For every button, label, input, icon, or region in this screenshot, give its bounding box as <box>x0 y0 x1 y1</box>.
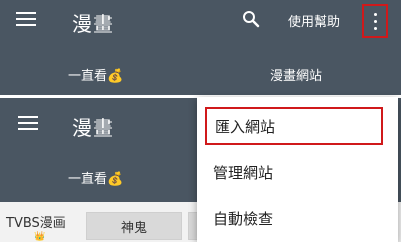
menu-item-import-site[interactable]: 匯入網站 <box>205 107 383 145</box>
more-options-icon[interactable] <box>362 4 388 38</box>
money-bag-icon: 💰 <box>107 69 124 84</box>
tab-comic-sites[interactable]: 漫畫網站 <box>270 65 322 84</box>
tab-keep-reading[interactable]: 一直看💰 <box>68 65 123 84</box>
category-chip[interactable]: 神鬼 <box>86 212 182 240</box>
menu-item-auto-check[interactable]: 自動檢查 <box>197 199 398 237</box>
crown-icon: 👑 <box>34 232 46 242</box>
hamburger-menu-icon[interactable] <box>16 12 36 26</box>
app-title: 漫畫 <box>72 12 114 36</box>
search-icon[interactable] <box>242 10 260 28</box>
top-app-bar: 漫畫 使用幫助 一直看💰 漫畫網站 <box>0 0 401 95</box>
site-name: TVBS漫画 <box>6 216 66 231</box>
money-bag-icon: 💰 <box>107 172 124 187</box>
menu-item-manage-sites[interactable]: 管理網站 <box>197 153 398 191</box>
overflow-menu: 匯入網站 管理網站 自動檢查 <box>197 97 398 242</box>
app-title: 漫畫 <box>72 116 114 140</box>
tab-keep-reading[interactable]: 一直看💰 <box>68 168 123 187</box>
help-link[interactable]: 使用幫助 <box>288 11 340 30</box>
tab-label: 一直看 <box>68 172 108 187</box>
tab-label: 一直看 <box>68 69 108 84</box>
hamburger-menu-icon[interactable] <box>18 116 38 130</box>
